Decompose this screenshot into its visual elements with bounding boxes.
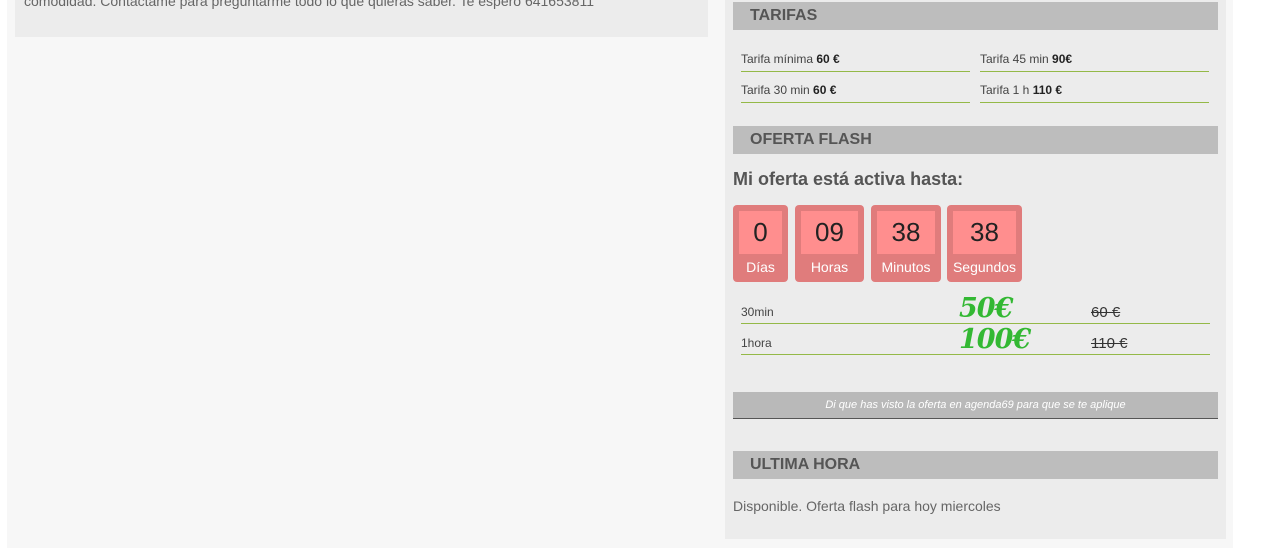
tarifas-header: TARIFAS [733, 2, 1218, 30]
offer-row-30min: 30min 50€ 60 € [741, 293, 1210, 324]
profile-description-text: comodidad. Contáctame para preguntarme t… [24, 0, 594, 9]
tarifa-price: 90€ [1052, 52, 1073, 66]
tarifa-label: Tarifa mínima [741, 52, 814, 66]
offer-notice: Di que has visto la oferta en agenda69 p… [733, 392, 1218, 419]
oferta-flash-header: OFERTA FLASH [733, 126, 1218, 154]
offer-row-1hora: 1hora 100€ 110 € [741, 324, 1210, 355]
countdown-label: Días [746, 259, 775, 275]
tarifa-30-min: Tarifa 30 min 60 € [741, 76, 970, 103]
offer-new-price: 50€ [959, 293, 1013, 324]
countdown-label: Segundos [952, 259, 1017, 275]
countdown-seconds: 38 Segundos [947, 205, 1022, 282]
countdown-days: 0 Días [733, 205, 788, 282]
ultima-hora-header: ULTIMA HORA [733, 451, 1218, 479]
tarifa-price: 110 € [1032, 83, 1063, 97]
offer-new-price: 100€ [959, 324, 1031, 355]
tarifa-price: 60 € [813, 83, 837, 97]
countdown-value: 38 [953, 211, 1016, 254]
tarifa-label: Tarifa 45 min [980, 52, 1049, 66]
tarifa-price: 60 € [816, 52, 840, 66]
tarifa-minima: Tarifa mínima 60 € [741, 45, 970, 72]
tarifa-1-h: Tarifa 1 h 110 € [980, 76, 1209, 103]
countdown-value: 38 [877, 211, 935, 254]
tarifa-label: Tarifa 30 min [741, 83, 810, 97]
tarifa-45-min: Tarifa 45 min 90€ [980, 45, 1209, 72]
countdown-hours: 09 Horas [795, 205, 864, 282]
sidebar-panel: TARIFAS Tarifa mínima 60 € Tarifa 45 min… [725, 0, 1226, 539]
offer-old-price: 110 € [1091, 335, 1128, 352]
profile-description-box: comodidad. Contáctame para preguntarme t… [15, 0, 708, 37]
availability-text: Disponible. Oferta flash para hoy mierco… [733, 498, 1001, 514]
countdown-minutes: 38 Minutos [871, 205, 941, 282]
offer-old-price: 60 € [1091, 304, 1121, 321]
offer-duration: 1hora [741, 336, 772, 350]
tarifa-label: Tarifa 1 h [980, 83, 1030, 97]
countdown-value: 09 [801, 211, 858, 254]
offer-duration: 30min [741, 305, 774, 319]
countdown-value: 0 [739, 211, 782, 254]
countdown-label: Horas [810, 259, 849, 275]
offer-active-title: Mi oferta está activa hasta: [733, 169, 964, 189]
countdown-label: Minutos [881, 259, 931, 275]
